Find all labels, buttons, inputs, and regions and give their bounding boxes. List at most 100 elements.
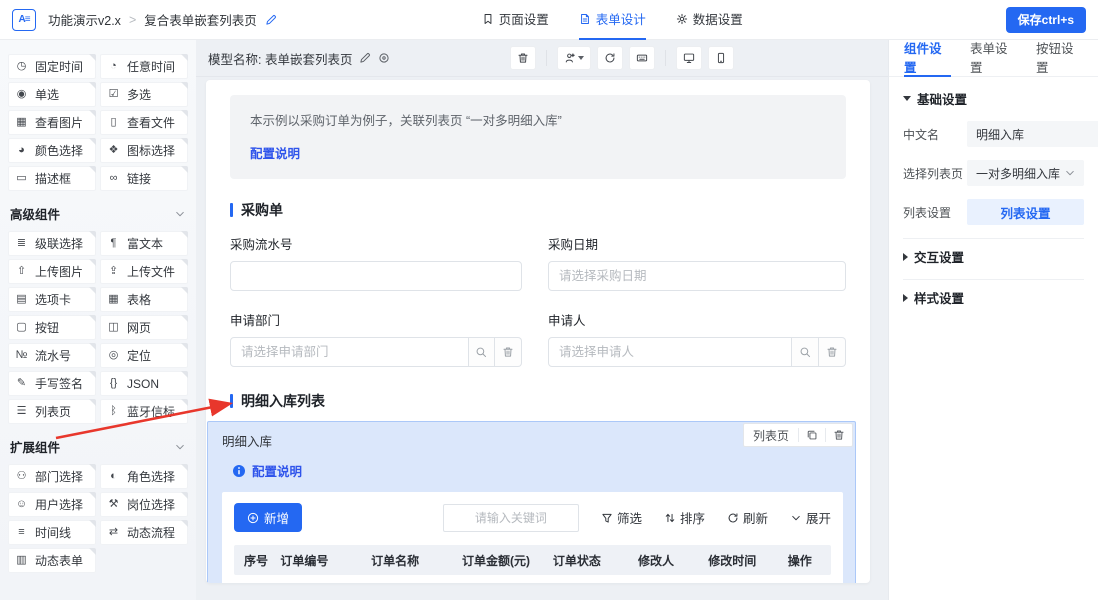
config-help-link[interactable]: 配置说明 (250, 143, 300, 162)
group-extended-components[interactable]: 扩展组件 (10, 437, 186, 456)
column-header[interactable]: 订单状态 (543, 552, 628, 569)
component-timeline[interactable]: ≡时间线 (8, 520, 96, 545)
tab-form-design[interactable]: 表单设计 (579, 0, 646, 40)
component-position-select[interactable]: ⚒岗位选择 (100, 492, 188, 517)
tab-form-settings[interactable]: 表单设置 (970, 40, 1017, 77)
component-user-select[interactable]: ☺用户选择 (8, 492, 96, 517)
column-header[interactable]: 修改人 (628, 552, 698, 569)
component-upload-image[interactable]: ⇧上传图片 (8, 259, 96, 284)
column-header[interactable]: 序号 (234, 552, 270, 569)
component-fixed-time[interactable]: ◷固定时间 (8, 54, 96, 79)
component-cascade-select[interactable]: ≣级联选择 (8, 231, 96, 256)
component-webpage[interactable]: ◫网页 (100, 315, 188, 340)
component-rich-text[interactable]: ¶富文本 (100, 231, 188, 256)
column-header[interactable]: 订单编号 (270, 552, 361, 569)
component-link[interactable]: ∞链接 (100, 166, 188, 191)
phone-icon (715, 52, 727, 64)
desktop-preview-button[interactable] (676, 46, 702, 70)
field-label: 申请人 (548, 310, 846, 329)
component-type-tag: 列表页 (743, 423, 853, 447)
interaction-settings-header[interactable]: 交互设置 (903, 247, 1084, 266)
component-location[interactable]: ◎定位 (100, 343, 188, 368)
basic-settings-header[interactable]: 基础设置 (903, 89, 1084, 108)
column-header[interactable]: 订单名称 (361, 552, 452, 569)
refresh-button[interactable]: 刷新 (727, 508, 768, 527)
tab-button-settings[interactable]: 按钮设置 (1036, 40, 1083, 77)
apply-department-input[interactable] (230, 337, 469, 367)
list-page-select[interactable]: 一对多明细入库 (967, 160, 1084, 186)
breadcrumb-app[interactable]: 功能演示v2.x (48, 10, 121, 29)
tab-data-settings[interactable]: 数据设置 (676, 0, 743, 40)
component-icon-picker[interactable]: ❖图标选择 (100, 138, 188, 163)
component-dynamic-flow[interactable]: ⇄动态流程 (100, 520, 188, 545)
component-signature[interactable]: ✎手写签名 (8, 371, 96, 396)
list-page-component-selected[interactable]: 明细入库 列表页 配置说明 新增 (207, 421, 856, 583)
tab-component-settings[interactable]: 组件设置 (904, 40, 951, 77)
component-color-picker[interactable]: ◕颜色选择 (8, 138, 96, 163)
applicant-input[interactable] (548, 337, 792, 367)
document-icon (579, 13, 591, 25)
list-config-button[interactable]: 列表设置 (967, 199, 1084, 225)
shortcut-keys-button[interactable] (629, 46, 655, 70)
group-advanced-components[interactable]: 高级组件 (10, 204, 186, 223)
department-clear-button[interactable] (495, 337, 522, 367)
purchase-date-input[interactable] (548, 261, 846, 291)
component-table[interactable]: ▦表格 (100, 287, 188, 312)
component-checkbox[interactable]: ☑多选 (100, 82, 188, 107)
style-settings-header[interactable]: 样式设置 (903, 288, 1084, 307)
add-record-button[interactable]: 新增 (234, 503, 302, 532)
delete-component-button[interactable] (826, 429, 852, 441)
component-radio[interactable]: ◉单选 (8, 82, 96, 107)
sort-button[interactable]: 排序 (664, 508, 705, 527)
user-icon: ☺ (15, 499, 28, 510)
ai-assist-button[interactable] (557, 46, 591, 70)
edit-model-name-icon[interactable] (359, 52, 371, 64)
keyword-search-input[interactable] (443, 504, 579, 532)
copy-component-button[interactable] (799, 429, 825, 441)
component-upload-file[interactable]: ⇪上传文件 (100, 259, 188, 284)
expand-button[interactable]: 展开 (790, 508, 831, 527)
column-header[interactable]: 订单金额(元) (452, 552, 543, 569)
component-description-box[interactable]: ▭描述框 (8, 166, 96, 191)
column-header[interactable]: 操作 (778, 552, 831, 569)
component-view-file[interactable]: ▯查看文件 (100, 110, 188, 135)
sync-button[interactable] (597, 46, 623, 70)
component-role-select[interactable]: ◐角色选择 (100, 464, 188, 489)
component-dynamic-form[interactable]: ▥动态表单 (8, 548, 96, 573)
component-department-select[interactable]: ⚇部门选择 (8, 464, 96, 489)
panel-config-link[interactable]: 配置说明 (232, 461, 843, 480)
clear-canvas-button[interactable] (510, 46, 536, 70)
model-target-icon[interactable] (378, 52, 390, 64)
component-bluetooth-beacon[interactable]: ᛒ蓝牙信标 (100, 399, 188, 424)
component-button[interactable]: ▢按钮 (8, 315, 96, 340)
component-name-input[interactable] (967, 121, 1098, 147)
column-header[interactable]: 修改时间 (698, 552, 778, 569)
timeline-icon: ≡ (15, 527, 28, 538)
component-tab-card[interactable]: ▤选项卡 (8, 287, 96, 312)
mobile-preview-button[interactable] (708, 46, 734, 70)
purchase-serial-input[interactable] (230, 261, 522, 291)
applicant-search-button[interactable] (792, 337, 819, 367)
edit-page-name-icon[interactable] (265, 14, 277, 26)
clock-icon: ◔ (107, 61, 120, 72)
component-view-image[interactable]: ▦查看图片 (8, 110, 96, 135)
list-preview: 新增 筛选 排序 刷新 展开 序号 订单编号 订单名称 订单金额(元) 订单状态 (222, 492, 843, 583)
component-any-time[interactable]: ◔任意时间 (100, 54, 188, 79)
caret-down-icon (578, 56, 584, 60)
component-serial-number[interactable]: №流水号 (8, 343, 96, 368)
funnel-icon (601, 512, 613, 524)
setting-row-list-page: 选择列表页 一对多明细入库 (903, 160, 1084, 186)
breadcrumb-page: 复合表单嵌套列表页 (144, 10, 257, 29)
applicant-clear-button[interactable] (819, 337, 846, 367)
app-logo-icon[interactable]: A≡ (12, 9, 36, 31)
department-search-button[interactable] (469, 337, 496, 367)
tab-page-settings[interactable]: 页面设置 (482, 0, 549, 40)
setting-row-name: 中文名 (903, 121, 1084, 147)
cascade-icon: ≣ (15, 238, 28, 249)
component-json[interactable]: {}JSON (100, 371, 188, 396)
component-list-page[interactable]: ☰列表页 (8, 399, 96, 424)
model-name-label: 模型名称: 表单嵌套列表页 (208, 49, 352, 68)
tab-page-settings-label: 页面设置 (499, 9, 549, 28)
save-button[interactable]: 保存ctrl+s (1006, 7, 1086, 33)
filter-button[interactable]: 筛选 (601, 508, 642, 527)
